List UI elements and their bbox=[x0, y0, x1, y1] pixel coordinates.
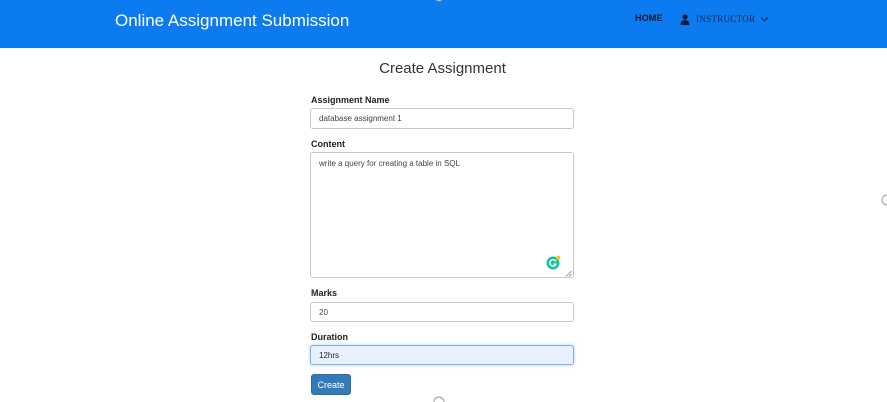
create-button[interactable]: Create bbox=[311, 374, 351, 395]
chevron-down-icon bbox=[760, 16, 769, 22]
page-title: Create Assignment bbox=[379, 60, 506, 77]
marks-input[interactable] bbox=[310, 302, 574, 322]
grammarly-icon[interactable] bbox=[546, 255, 561, 270]
user-menu[interactable]: INSTRUCTOR bbox=[680, 12, 769, 26]
right-handle-icon bbox=[881, 194, 887, 206]
assignment-name-label: Assignment Name bbox=[311, 95, 390, 105]
top-handle-icon bbox=[435, 0, 443, 2]
duration-input[interactable] bbox=[310, 345, 574, 365]
content-label: Content bbox=[311, 139, 345, 149]
bottom-handle-icon bbox=[433, 396, 445, 402]
assignment-name-input[interactable] bbox=[310, 108, 574, 129]
user-menu-label: INSTRUCTOR bbox=[696, 14, 756, 24]
brand-title[interactable]: Online Assignment Submission bbox=[115, 11, 349, 31]
marks-label: Marks bbox=[311, 288, 338, 298]
duration-label: Duration bbox=[311, 332, 348, 342]
nav-home-link[interactable]: HOME bbox=[635, 13, 663, 23]
resize-handle-icon[interactable] bbox=[565, 270, 572, 277]
content-textarea[interactable]: write a query for creating a table in SQ… bbox=[310, 152, 574, 278]
navbar: Online Assignment Submission HOME INSTRU… bbox=[0, 0, 887, 48]
user-icon bbox=[680, 13, 690, 25]
